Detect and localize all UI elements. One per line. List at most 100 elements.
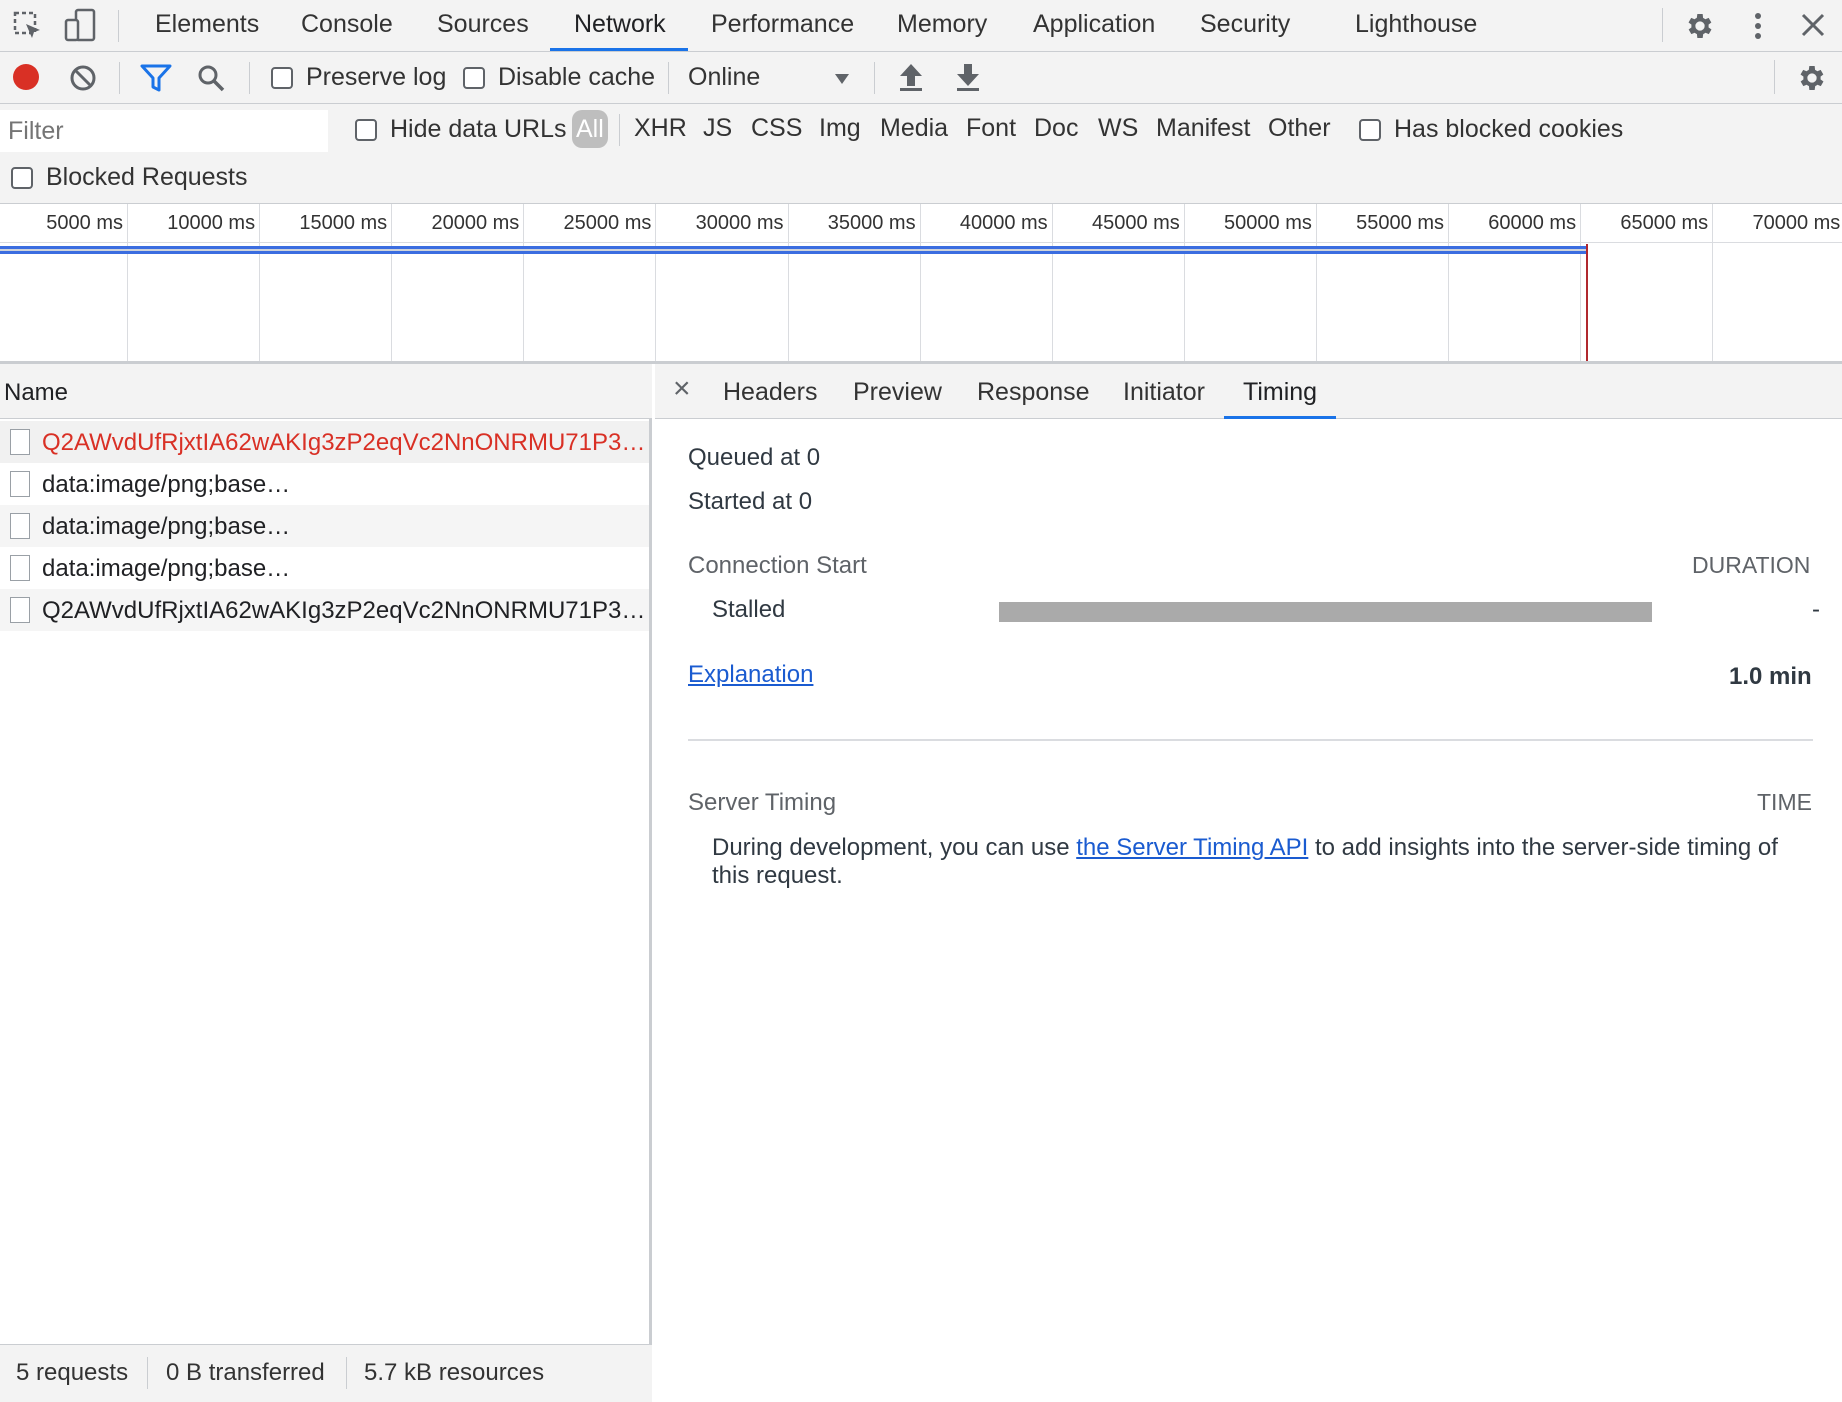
has-blocked-cookies-checkbox[interactable]	[1359, 119, 1381, 141]
server-timing-text-after: to add insights into the server-side tim…	[1308, 834, 1778, 861]
type-filter-js[interactable]: JS	[703, 114, 732, 143]
image-file-icon	[10, 555, 30, 581]
tab-initiator[interactable]: Initiator	[1123, 378, 1205, 407]
type-filter-manifest[interactable]: Manifest	[1156, 114, 1250, 143]
request-name: data:image/png;base…	[42, 471, 291, 498]
tab-security[interactable]: Security	[1200, 0, 1290, 52]
throttling-select[interactable]: Online	[686, 60, 856, 96]
separator	[118, 10, 119, 42]
stalled-duration: -	[1812, 596, 1820, 623]
timeline-tick-label: 60000 ms	[1488, 212, 1577, 234]
timeline-grid-line	[919, 204, 921, 361]
type-filter-css[interactable]: CSS	[751, 114, 802, 143]
timeline-tick-label: 35000 ms	[827, 212, 916, 234]
request-row[interactable]: Q2AWvdUfRjxtIA62wAKIg3zP2eqVc2NnONRMU71P…	[0, 421, 649, 463]
tab-response[interactable]: Response	[977, 378, 1090, 407]
close-detail-icon[interactable]: ×	[673, 372, 691, 406]
clear-icon[interactable]	[68, 63, 98, 98]
timeline-tick-label: 15000 ms	[299, 212, 388, 234]
type-filter-all[interactable]: All	[572, 110, 608, 148]
name-column-header: Name	[4, 379, 69, 406]
timeline-overview[interactable]: 5000 ms 10000 ms 15000 ms 20000 ms 25000 ms 3…	[0, 204, 1842, 364]
request-list-header[interactable]: Name	[0, 364, 652, 419]
separator	[1774, 60, 1775, 94]
request-name: Q2AWvdUfRjxtIA62wAKIg3zP2eqVc2NnONRMU71P…	[42, 429, 646, 456]
blocked-requests-label: Blocked Requests	[46, 163, 248, 191]
request-row[interactable]: data:image/png;base…	[0, 505, 649, 547]
request-row[interactable]: Q2AWvdUfRjxtIA62wAKIg3zP2eqVc2NnONRMU71P…	[0, 589, 649, 631]
hide-data-urls-checkbox[interactable]	[355, 119, 377, 141]
tab-preview[interactable]: Preview	[853, 378, 942, 407]
type-filter-font[interactable]: Font	[966, 114, 1016, 143]
type-filter-other[interactable]: Other	[1268, 114, 1331, 143]
filter-funnel-icon[interactable]	[140, 63, 172, 98]
timeline-tick-label: 25000 ms	[563, 212, 652, 234]
server-timing-text-line2: this request.	[712, 862, 843, 889]
server-timing-api-link[interactable]: the Server Timing API	[1076, 834, 1308, 861]
separator	[1662, 8, 1663, 42]
timeline-grid-line	[1183, 204, 1185, 361]
timeline-tick-label: 30000 ms	[695, 212, 784, 234]
chevron-down-icon	[834, 72, 850, 90]
has-blocked-cookies-label: Has blocked cookies	[1394, 115, 1624, 143]
tab-console[interactable]: Console	[301, 0, 393, 52]
separator	[874, 62, 875, 94]
request-row[interactable]: data:image/png;base…	[0, 547, 649, 589]
tab-network[interactable]: Network	[574, 0, 666, 52]
request-row[interactable]: data:image/png;base…	[0, 463, 649, 505]
stalled-label: Stalled	[712, 596, 786, 623]
filter-input[interactable]	[0, 110, 328, 152]
type-filter-img[interactable]: Img	[819, 114, 861, 143]
duration-header: DURATION	[1692, 552, 1811, 578]
connection-start-heading: Connection Start	[688, 552, 867, 579]
timeline-grid-line	[1315, 204, 1317, 361]
timeline-grid-line	[1712, 204, 1714, 361]
device-toolbar-icon[interactable]	[64, 8, 98, 49]
timeline-divider	[0, 242, 1842, 243]
transferred-size: 0 B transferred	[166, 1359, 325, 1386]
type-filter-media[interactable]: Media	[880, 114, 948, 143]
server-timing-heading: Server Timing	[688, 789, 837, 816]
blocked-requests-checkbox[interactable]	[11, 167, 33, 189]
record-icon[interactable]	[11, 62, 41, 97]
explanation-link[interactable]: Explanation	[688, 661, 813, 689]
disable-cache-checkbox[interactable]	[463, 67, 485, 89]
export-har-icon[interactable]	[955, 62, 981, 97]
section-divider	[688, 739, 1813, 741]
tab-elements[interactable]: Elements	[155, 0, 259, 52]
import-har-icon[interactable]	[898, 62, 924, 97]
tab-headers[interactable]: Headers	[723, 378, 818, 407]
close-devtools-icon[interactable]	[1800, 12, 1826, 43]
server-timing-description: During development, you can use the Serv…	[712, 834, 1778, 862]
tab-performance[interactable]: Performance	[711, 0, 854, 52]
request-count: 5 requests	[16, 1359, 129, 1386]
tab-sources[interactable]: Sources	[437, 0, 529, 52]
network-toolbar: Preserve log Disable cache Online	[0, 52, 1842, 104]
timeline-tick-label: 45000 ms	[1091, 212, 1180, 234]
tab-memory[interactable]: Memory	[897, 0, 987, 52]
separator	[346, 1357, 347, 1389]
settings-gear-icon[interactable]	[1684, 10, 1716, 47]
type-filter-ws[interactable]: WS	[1098, 114, 1138, 143]
timeline-grid-line	[523, 204, 525, 361]
queued-at: Queued at 0	[688, 444, 821, 471]
document-icon	[10, 597, 30, 623]
search-icon[interactable]	[196, 63, 226, 98]
type-filter-doc[interactable]: Doc	[1034, 114, 1078, 143]
network-settings-gear-icon[interactable]	[1796, 62, 1828, 99]
timeline-grid-line	[259, 204, 261, 361]
timeline-tick-label: 5000 ms	[46, 212, 123, 234]
timeline-grid-line	[391, 204, 393, 361]
timeline-grid-line	[1051, 204, 1053, 361]
inspect-element-icon[interactable]	[12, 10, 44, 47]
type-filter-xhr[interactable]: XHR	[634, 114, 687, 143]
time-header: TIME	[1757, 789, 1812, 815]
tab-application[interactable]: Application	[1033, 0, 1155, 52]
total-duration: 1.0 min	[1729, 663, 1812, 690]
devtools-tabbar: Elements Console Sources Network Perform…	[0, 0, 1842, 52]
tab-lighthouse[interactable]: Lighthouse	[1355, 0, 1477, 52]
preserve-log-checkbox[interactable]	[271, 67, 293, 89]
more-options-icon[interactable]	[1748, 10, 1768, 47]
tab-timing[interactable]: Timing	[1243, 378, 1317, 407]
timeline-grid-line	[127, 204, 128, 361]
